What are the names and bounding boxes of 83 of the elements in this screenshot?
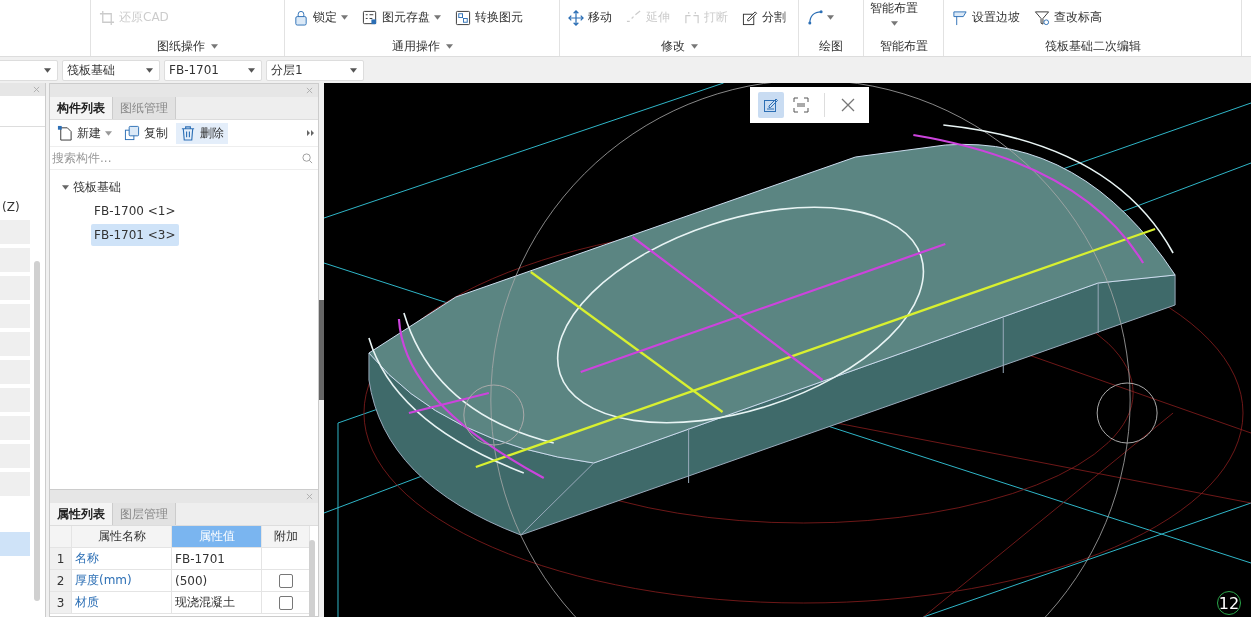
group-label: 筏板基础二次编辑 — [1043, 37, 1142, 55]
caret-icon — [827, 14, 834, 20]
pencil-square-icon — [742, 9, 758, 26]
caret-icon — [62, 183, 69, 191]
ribbon-button[interactable]: 图元存盘 — [360, 8, 443, 27]
list-row[interactable] — [0, 532, 30, 556]
flag-icon — [952, 9, 968, 26]
caret-icon — [445, 43, 453, 49]
toolbar-button[interactable]: 复制 — [120, 122, 172, 144]
property-value[interactable]: 现浇混凝土 — [172, 592, 262, 613]
column-header[interactable]: 属性名称 — [72, 526, 172, 547]
checkbox[interactable] — [278, 595, 293, 610]
ribbon-button[interactable] — [805, 8, 836, 26]
dropdown[interactable]: 分层1 — [266, 59, 364, 81]
broken-line-icon — [684, 9, 700, 26]
list-icon — [362, 9, 378, 26]
property-value[interactable]: (500) — [172, 570, 262, 591]
copy-icon — [124, 125, 140, 141]
toolbar-button[interactable]: 删除 — [176, 122, 228, 144]
more-icon[interactable] — [307, 130, 315, 136]
ribbon-button[interactable]: 移动 — [566, 8, 614, 27]
scrollbar[interactable] — [34, 261, 40, 601]
caret-icon — [690, 43, 698, 49]
panel-tab[interactable]: 构件列表 — [50, 97, 113, 119]
property-name: 材质 — [72, 592, 172, 613]
checkbox[interactable] — [278, 573, 293, 588]
splitter-handle[interactable] — [319, 300, 324, 400]
new-file-icon — [57, 125, 73, 141]
dropdown[interactable]: 筏板基础 — [62, 59, 160, 81]
scan-icon — [793, 97, 809, 113]
caret-icon — [44, 67, 51, 73]
row-number: 3 — [50, 592, 72, 613]
caret-icon — [248, 67, 255, 73]
pencil-square-icon — [763, 97, 779, 113]
toolbar-button[interactable]: 新建 — [53, 122, 116, 144]
group-menu-button[interactable]: 图纸操作 — [153, 36, 222, 56]
close-icon[interactable] — [33, 86, 40, 93]
row-number: 1 — [50, 548, 72, 569]
panel-tab[interactable]: 属性列表 — [50, 503, 113, 525]
search-icon — [302, 152, 313, 164]
close-icon — [840, 97, 856, 113]
tree-item[interactable]: FB-1701 <3> — [91, 224, 179, 246]
ribbon-button[interactable]: 设置边坡 — [950, 8, 1022, 27]
lock-icon — [293, 9, 309, 26]
smart-layout-button[interactable]: 智能布置 — [870, 0, 918, 26]
close-icon[interactable] — [306, 87, 313, 94]
filter-icon — [1034, 9, 1050, 26]
property-name: 名称 — [72, 548, 172, 569]
crop-icon — [99, 9, 115, 26]
close-icon[interactable] — [306, 493, 313, 500]
tree-node[interactable]: 筏板基础 — [62, 176, 121, 198]
caret-icon — [211, 43, 218, 49]
menu-text: (Z) — [2, 200, 20, 214]
property-name: 厚度(mm) — [72, 570, 172, 591]
ribbon-button[interactable]: 转换图元 — [453, 8, 525, 27]
column-header[interactable] — [50, 526, 72, 547]
group-label: 绘图 — [818, 37, 844, 55]
caret-icon — [146, 67, 153, 73]
scrollbar[interactable] — [309, 540, 315, 616]
ribbon-button[interactable]: 查改标高 — [1032, 8, 1104, 27]
trash-icon — [180, 125, 196, 141]
column-header[interactable]: 附加 — [262, 526, 310, 547]
ribbon-button[interactable]: 锁定 — [291, 8, 350, 27]
edit-button[interactable] — [758, 92, 784, 118]
dropdown[interactable]: FB-1701 — [164, 59, 262, 81]
tree-item[interactable]: FB-1700 <1> — [91, 200, 179, 222]
caret-icon — [890, 21, 898, 26]
group-menu-button[interactable]: 通用操作 — [387, 36, 457, 56]
caret-icon — [105, 130, 112, 136]
search-field[interactable]: 搜索构件... — [52, 151, 302, 165]
caret-icon — [350, 67, 357, 73]
convert-icon — [455, 9, 471, 26]
property-value[interactable]: FB-1701 — [172, 548, 262, 569]
dropdown[interactable] — [0, 59, 58, 81]
group-label: 智能布置 — [878, 37, 929, 55]
move-arrows-icon — [568, 9, 584, 26]
arc-icon — [807, 9, 823, 25]
caret-icon — [341, 15, 348, 20]
row-number: 2 — [50, 570, 72, 591]
ribbon-button[interactable]: 分割 — [740, 8, 788, 27]
caret-icon — [434, 15, 441, 20]
group-menu-button[interactable]: 修改 — [656, 36, 702, 56]
3d-viewport[interactable]: 12 — [324, 83, 1251, 617]
